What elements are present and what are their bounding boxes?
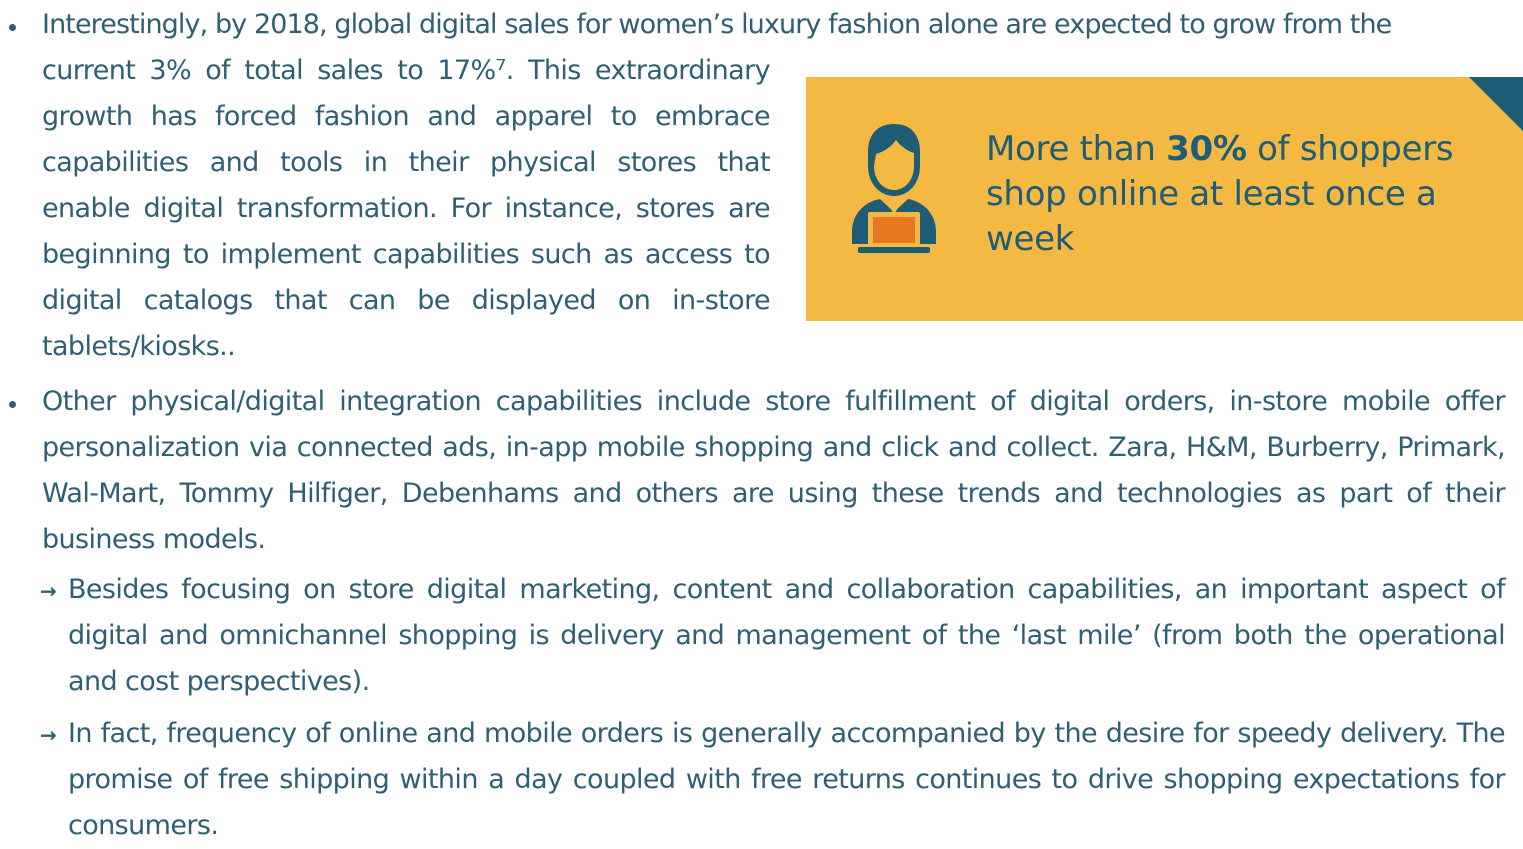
arrow-right-icon: → xyxy=(40,579,57,603)
bullet-marker xyxy=(9,24,16,31)
arrow-right-icon: → xyxy=(40,723,57,747)
document-page: Interestingly, by 2018, global digital s… xyxy=(0,0,1523,841)
stat-callout: More than 30% of shoppers shop online at… xyxy=(806,77,1523,321)
stat-highlight: 30% xyxy=(1166,129,1247,169)
paragraph-1-body: current 3% of total sales to 17%⁷. This … xyxy=(42,55,771,362)
person-with-laptop-icon xyxy=(852,124,936,253)
bullet-marker xyxy=(9,401,16,408)
subbullet-2-body: In fact, frequency of online and mobile … xyxy=(68,718,1506,841)
callout-corner-accent xyxy=(1469,77,1523,131)
subbullet-1-body: Besides focusing on store digital market… xyxy=(68,574,1506,697)
paragraph-2-body: Other physical/digital integration capab… xyxy=(42,386,1506,555)
paragraph-1-first-line: Interestingly, by 2018, global digital s… xyxy=(42,9,1392,40)
stat-prefix: More than xyxy=(986,129,1167,169)
callout-stat-text: More than 30% of shoppers shop online at… xyxy=(986,127,1506,262)
